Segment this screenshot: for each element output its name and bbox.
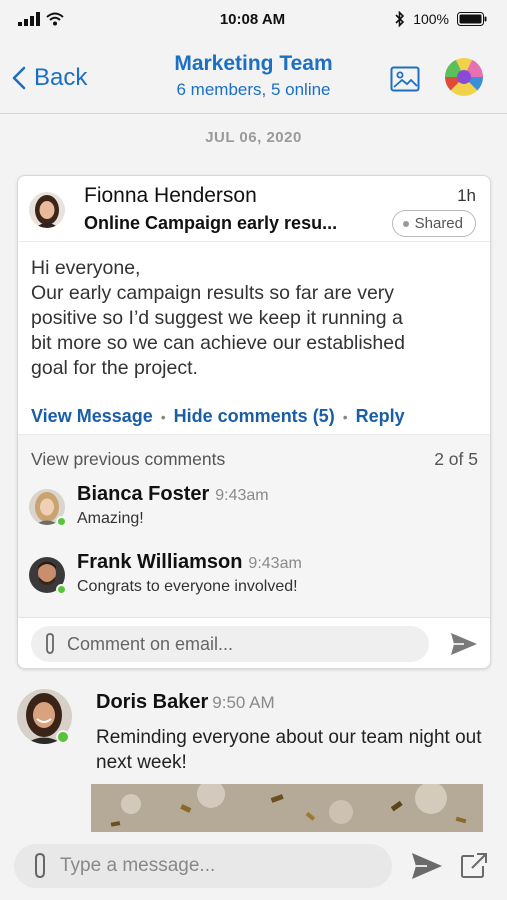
online-indicator [56, 516, 67, 527]
open-external-icon [461, 852, 488, 878]
reply-link[interactable]: Reply [356, 406, 405, 427]
status-time: 10:08 AM [219, 10, 286, 28]
comment-text: Amazing! [77, 510, 144, 527]
separator-dot: • [342, 408, 348, 425]
chat-subtitle: 6 members, 5 online [176, 80, 331, 99]
email-card-header: Fionna Henderson Online Campaign early r… [18, 176, 490, 242]
email-body-line: bit more so we can achieve our establish… [31, 332, 405, 354]
commenter-name-text: Bianca Foster [77, 483, 210, 505]
separator-dot: • [160, 408, 166, 425]
message-input[interactable]: Type a message... [14, 844, 392, 888]
email-body-line: Hi everyone, [31, 257, 141, 279]
media-button[interactable] [390, 66, 420, 97]
email-body-line: Our early campaign results so far are ve… [31, 282, 395, 304]
paperclip-icon[interactable] [32, 852, 48, 880]
chat-header: Back Marketing Team 6 members, 5 online [0, 38, 507, 114]
comment-input[interactable]: Comment on email... [31, 626, 429, 662]
comment-input-row: Comment on email... [18, 618, 490, 668]
message-time: 9:50 AM [212, 693, 275, 712]
message-text: Reminding everyone about our team night … [96, 727, 482, 773]
message-placeholder: Type a message... [60, 855, 216, 876]
comment-send-button[interactable] [450, 632, 478, 661]
date-divider: JUL 06, 2020 [205, 129, 302, 146]
email-subject[interactable]: Online Campaign early resu... [84, 213, 337, 234]
confetti-photo [91, 784, 483, 832]
paperclip-icon[interactable] [43, 632, 57, 656]
status-left [18, 12, 138, 26]
title-block: Marketing Team 6 members, 5 online [0, 52, 507, 100]
email-actions: View Message • Hide comments (5) • Reply [31, 406, 405, 427]
view-previous-comments[interactable]: View previous comments [31, 449, 225, 470]
email-card[interactable]: Fionna Henderson Online Campaign early r… [17, 175, 491, 669]
message-sender: Doris Baker 9:50 AM [96, 691, 275, 714]
wifi-icon [46, 12, 64, 26]
shared-badge-label: Shared [414, 215, 463, 232]
shared-badge: Shared [391, 210, 476, 237]
message-sender-name: Doris Baker [96, 691, 209, 713]
view-message-link[interactable]: View Message [31, 406, 153, 427]
commenter-name: Bianca Foster 9:43am [77, 483, 269, 506]
email-time: 1h [457, 186, 476, 205]
status-right: 100% [367, 11, 487, 27]
chat-title: Marketing Team [174, 52, 333, 75]
group-avatar-image [445, 58, 483, 96]
image-icon [390, 66, 420, 92]
send-icon [451, 633, 477, 655]
open-external-button[interactable] [460, 852, 488, 885]
hide-comments-link[interactable]: Hide comments (5) [174, 406, 335, 427]
email-body-line: positive so I’d suggest we keep it runni… [31, 307, 403, 329]
battery-icon [457, 12, 487, 26]
message-image-attachment[interactable] [91, 784, 483, 832]
group-avatar[interactable] [445, 58, 483, 96]
email-sender: Fionna Henderson [84, 184, 257, 207]
comment-text: Congrats to everyone involved! [77, 578, 298, 595]
status-bar: 10:08 AM 100% [0, 0, 507, 38]
comment-time: 9:43am [248, 555, 302, 572]
online-indicator [56, 730, 70, 744]
comment-placeholder: Comment on email... [67, 633, 234, 654]
online-indicator [56, 584, 67, 595]
send-button[interactable] [411, 852, 443, 885]
badge-dot [402, 220, 409, 227]
email-body: Hi everyone, Our early campaign results … [31, 256, 481, 381]
battery-percent: 100% [413, 11, 449, 27]
commenter-name: Frank Williamson 9:43am [77, 551, 302, 574]
comments-count: 2 of 5 [434, 449, 478, 469]
bluetooth-icon [395, 11, 405, 27]
sender-avatar[interactable] [29, 192, 65, 228]
send-icon [412, 853, 442, 879]
email-body-line: goal for the project. [31, 357, 198, 379]
signal-icon [18, 12, 40, 26]
commenter-name-text: Frank Williamson [77, 551, 243, 573]
comments-section: View previous comments 2 of 5 Bianca Fos… [18, 434, 490, 618]
sender-avatar-image [29, 192, 65, 228]
comment-time: 9:43am [215, 487, 269, 504]
message-composer: Type a message... [0, 832, 507, 900]
